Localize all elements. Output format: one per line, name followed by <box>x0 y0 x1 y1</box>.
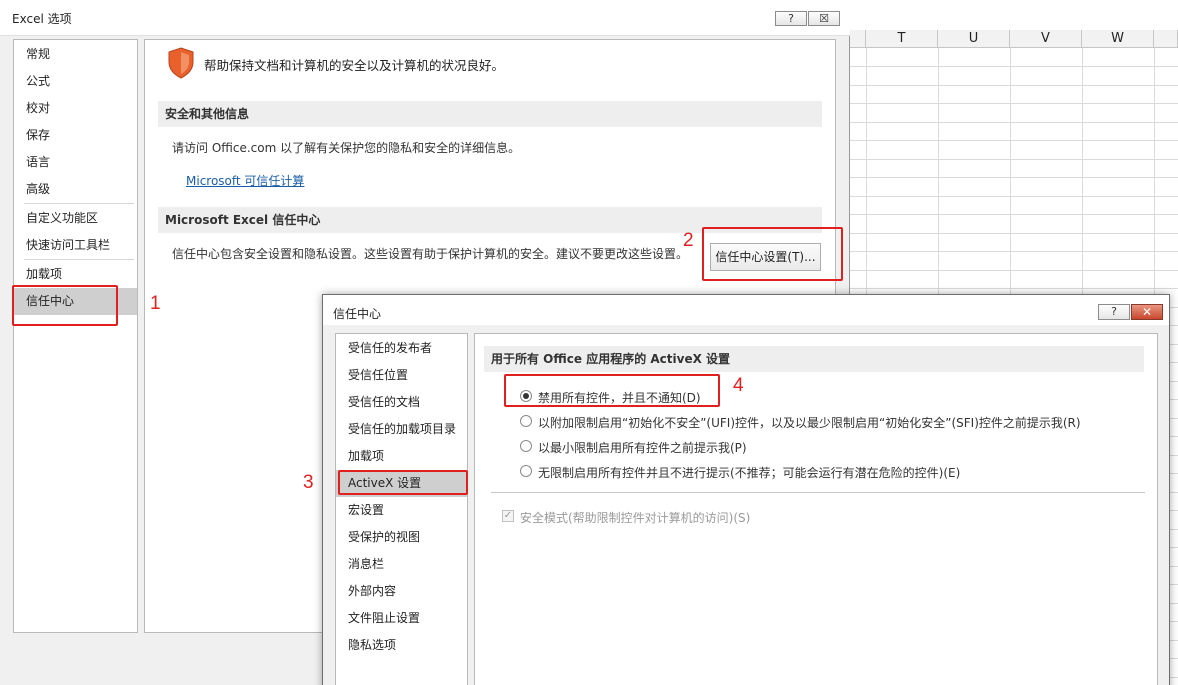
options-nav-customize-ribbon[interactable]: 自定义功能区 <box>14 205 137 232</box>
grid-row-line <box>850 270 1178 271</box>
options-nav-save[interactable]: 保存 <box>14 122 137 149</box>
options-nav-addins[interactable]: 加载项 <box>14 261 137 288</box>
grid-row-line <box>850 159 1178 160</box>
trust-center-close-button[interactable]: ✕ <box>1131 304 1163 320</box>
trust-center-titlebar: 信任中心 ? ✕ <box>323 295 1169 325</box>
annotation-box-disable-all-option <box>504 374 720 407</box>
tc-nav-trusted-addin-catalogs[interactable]: 受信任的加载项目录 <box>336 416 467 443</box>
options-nav: 常规 公式 校对 保存 语言 高级 自定义功能区 快速访问工具栏 加载项 信任中… <box>13 39 138 633</box>
activex-option-enable-all-label[interactable]: 无限制启用所有控件并且不进行提示(不推荐；可能会运行有潜在危险的控件)(E) <box>538 464 960 481</box>
annotation-number-3: 3 <box>303 472 314 493</box>
options-nav-language[interactable]: 语言 <box>14 149 137 176</box>
column-header-next[interactable] <box>1154 30 1178 48</box>
tc-nav-macro-settings[interactable]: 宏设置 <box>336 497 467 524</box>
grid-row-line <box>850 196 1178 197</box>
grid-row-line <box>850 288 1178 289</box>
grid-row-line <box>850 66 1178 67</box>
grid-row-line <box>850 233 1178 234</box>
column-header-w[interactable]: W <box>1082 30 1154 48</box>
activex-option-enable-all-radio[interactable] <box>520 465 532 477</box>
trust-center-section-text: 信任中心包含安全设置和隐私设置。这些设置有助于保护计算机的安全。建议不要更改这些… <box>172 247 689 261</box>
grid-row-line <box>850 214 1178 215</box>
activex-option-prompt-minimal-label[interactable]: 以最小限制启用所有控件之前提示我(P) <box>538 439 747 456</box>
trust-center-title: 信任中心 <box>333 307 382 321</box>
activex-option-prompt-ufi-sfi-label[interactable]: 以附加限制启用“初始化不安全”(UFI)控件，以及以最少限制启用“初始化安全”(… <box>538 414 1081 431</box>
trustworthy-computing-link[interactable]: Microsoft 可信任计算 <box>186 172 304 189</box>
annotation-box-activex-nav <box>338 470 468 495</box>
column-header-t[interactable]: T <box>866 30 938 48</box>
grid-row-line <box>850 85 1178 86</box>
options-title: Excel 选项 <box>12 12 72 26</box>
tc-nav-privacy-options[interactable]: 隐私选项 <box>336 632 467 659</box>
grid-row-line <box>850 122 1178 123</box>
column-header-u[interactable]: U <box>938 30 1010 48</box>
annotation-box-trust-center-nav <box>12 285 118 326</box>
options-nav-proofing[interactable]: 校对 <box>14 95 137 122</box>
tc-nav-external-content[interactable]: 外部内容 <box>336 578 467 605</box>
shield-icon <box>168 47 194 79</box>
tc-nav-file-block-settings[interactable]: 文件阻止设置 <box>336 605 467 632</box>
screen: T U V W Excel 选项 ? ☒ 常规 公式 校对 保存 语言 高级 自… <box>0 0 1178 685</box>
options-help-button[interactable]: ? <box>775 11 807 26</box>
trust-center-nav: 受信任的发布者 受信任位置 受信任的文档 受信任的加载项目录 加载项 Activ… <box>335 333 468 685</box>
worksheet-top-area <box>850 0 1178 30</box>
tc-nav-trusted-publishers[interactable]: 受信任的发布者 <box>336 335 467 362</box>
grid-row-line <box>850 251 1178 252</box>
grid-row-line <box>850 177 1178 178</box>
options-nav-divider <box>24 203 134 204</box>
annotation-box-trust-center-settings <box>702 227 843 281</box>
options-header-text: 帮助保持文档和计算机的安全以及计算机的状况良好。 <box>204 58 505 73</box>
options-titlebar: Excel 选项 ? ☒ <box>0 0 850 36</box>
tc-nav-protected-view[interactable]: 受保护的视图 <box>336 524 467 551</box>
options-nav-advanced[interactable]: 高级 <box>14 176 137 203</box>
annotation-number-1: 1 <box>150 293 161 314</box>
options-nav-divider <box>24 259 134 260</box>
tc-nav-trusted-locations[interactable]: 受信任位置 <box>336 362 467 389</box>
privacy-section-title: 安全和其他信息 <box>158 101 822 127</box>
options-close-button[interactable]: ☒ <box>808 11 840 26</box>
privacy-section-text: 请访问 Office.com 以了解有关保护您的隐私和安全的详细信息。 <box>172 141 521 155</box>
activex-option-prompt-ufi-sfi-radio[interactable] <box>520 415 532 427</box>
options-nav-general[interactable]: 常规 <box>14 41 137 68</box>
tc-nav-message-bar[interactable]: 消息栏 <box>336 551 467 578</box>
activex-section-title: 用于所有 Office 应用程序的 ActiveX 设置 <box>484 346 1144 372</box>
grid-row-line <box>850 103 1178 104</box>
grid-row-line <box>850 140 1178 141</box>
column-header-prev[interactable] <box>850 30 866 48</box>
safe-mode-checkbox[interactable]: ✓ <box>502 510 514 522</box>
tc-nav-addins[interactable]: 加载项 <box>336 443 467 470</box>
annotation-number-4: 4 <box>733 375 744 396</box>
options-nav-quick-access-toolbar[interactable]: 快速访问工具栏 <box>14 232 137 259</box>
column-header-v[interactable]: V <box>1010 30 1082 48</box>
activex-option-prompt-minimal-radio[interactable] <box>520 440 532 452</box>
options-nav-formulas[interactable]: 公式 <box>14 68 137 95</box>
activex-divider <box>491 492 1145 493</box>
tc-nav-trusted-documents[interactable]: 受信任的文档 <box>336 389 467 416</box>
annotation-number-2: 2 <box>683 230 694 251</box>
trust-center-help-button[interactable]: ? <box>1098 304 1130 320</box>
safe-mode-label[interactable]: 安全模式(帮助限制控件对计算机的访问)(S) <box>520 509 750 526</box>
